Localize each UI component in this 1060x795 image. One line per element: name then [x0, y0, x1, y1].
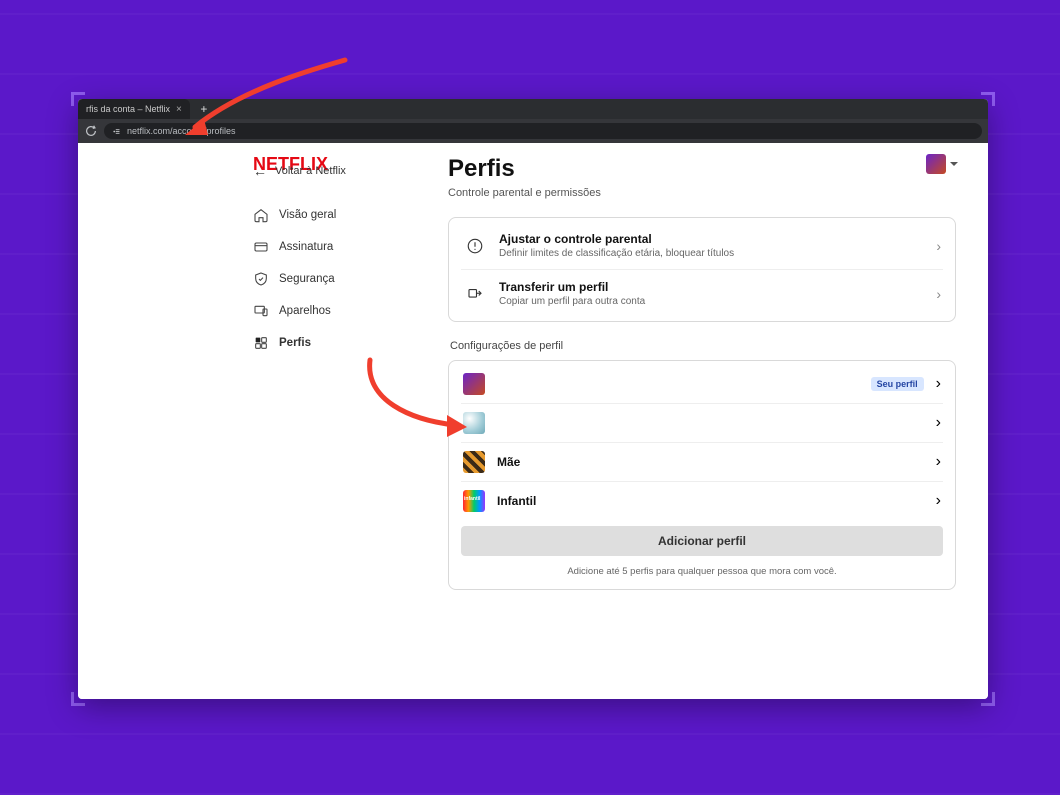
url-field[interactable]: netflix.com/account/profiles	[104, 123, 982, 139]
sidebar-item-devices[interactable]: Aparelhos	[253, 295, 428, 327]
profile-row[interactable]: ›	[461, 403, 943, 442]
browser-window: rfis da conta – Netflix × + netflix.com/…	[78, 99, 988, 699]
row-title: Transferir um perfil	[499, 280, 924, 294]
sidebar-item-label: Assinatura	[279, 241, 333, 253]
sidebar: ← Voltar à Netflix Visão geral Assinatur…	[253, 157, 428, 359]
new-tab-button[interactable]: +	[196, 101, 212, 117]
browser-tab-strip: rfis da conta – Netflix × +	[78, 99, 988, 119]
sidebar-item-label: Segurança	[279, 273, 335, 285]
profiles-icon	[253, 335, 269, 351]
sidebar-item-label: Perfis	[279, 337, 311, 349]
reload-icon[interactable]	[84, 124, 98, 138]
tab-title: rfis da conta – Netflix	[86, 104, 170, 114]
warning-icon	[463, 234, 487, 258]
row-desc: Definir limites de classificação etária,…	[499, 248, 924, 259]
profile-avatar	[463, 490, 485, 512]
main-content: Perfis Controle parental e permissões Aj…	[448, 155, 956, 590]
row-title: Ajustar o controle parental	[499, 232, 924, 246]
card-icon	[253, 239, 269, 255]
chevron-right-icon: ›	[936, 286, 941, 302]
chevron-right-icon: ›	[936, 492, 941, 510]
your-profile-badge: Seu perfil	[871, 377, 924, 391]
profile-avatar	[463, 412, 485, 434]
devices-icon	[253, 303, 269, 319]
chevron-right-icon: ›	[936, 453, 941, 471]
profile-avatar	[463, 451, 485, 473]
sidebar-item-profiles[interactable]: Perfis	[253, 327, 428, 359]
row-desc: Copiar um perfil para outra conta	[499, 296, 924, 307]
shield-icon	[253, 271, 269, 287]
profile-row[interactable]: Mãe ›	[461, 442, 943, 481]
sidebar-item-subscription[interactable]: Assinatura	[253, 231, 428, 263]
arrow-left-icon: ←	[253, 163, 267, 179]
sidebar-item-label: Aparelhos	[279, 305, 331, 317]
row-adjust-parental[interactable]: Ajustar o controle parental Definir limi…	[461, 222, 943, 269]
sidebar-item-overview[interactable]: Visão geral	[253, 199, 428, 231]
browser-tab[interactable]: rfis da conta – Netflix ×	[78, 99, 190, 119]
profile-name: Mãe	[497, 455, 924, 469]
parental-controls-card: Ajustar o controle parental Definir limi…	[448, 217, 956, 322]
page-subtitle: Controle parental e permissões	[448, 187, 956, 199]
sidebar-item-label: Visão geral	[279, 209, 336, 221]
url-text: netflix.com/account/profiles	[127, 126, 236, 136]
profile-row[interactable]: Seu perfil ›	[461, 365, 943, 403]
home-icon	[253, 207, 269, 223]
profile-name: Infantil	[497, 494, 924, 508]
add-profile-button[interactable]: Adicionar perfil	[461, 526, 943, 556]
row-transfer-profile[interactable]: Transferir um perfil Copiar um perfil pa…	[461, 269, 943, 317]
chevron-right-icon: ›	[936, 238, 941, 254]
profiles-card: Seu perfil › › Mãe › Infantil ›	[448, 360, 956, 590]
back-to-netflix-link[interactable]: ← Voltar à Netflix	[253, 163, 428, 179]
chevron-right-icon: ›	[936, 375, 941, 393]
close-icon[interactable]: ×	[176, 104, 182, 115]
transfer-icon	[463, 282, 487, 306]
netflix-page: NETFLIX ← Voltar à Netflix Visão geral	[78, 143, 988, 699]
profile-row[interactable]: Infantil ›	[461, 481, 943, 520]
page-title: Perfis	[448, 155, 956, 183]
profile-avatar	[463, 373, 485, 395]
profiles-section-label: Configurações de perfil	[450, 340, 956, 352]
back-label: Voltar à Netflix	[275, 165, 346, 177]
sidebar-item-security[interactable]: Segurança	[253, 263, 428, 295]
site-settings-icon	[112, 127, 121, 136]
browser-address-bar: netflix.com/account/profiles	[78, 119, 988, 143]
profiles-footer-hint: Adicione até 5 perfis para qualquer pess…	[461, 566, 943, 577]
chevron-right-icon: ›	[936, 414, 941, 432]
